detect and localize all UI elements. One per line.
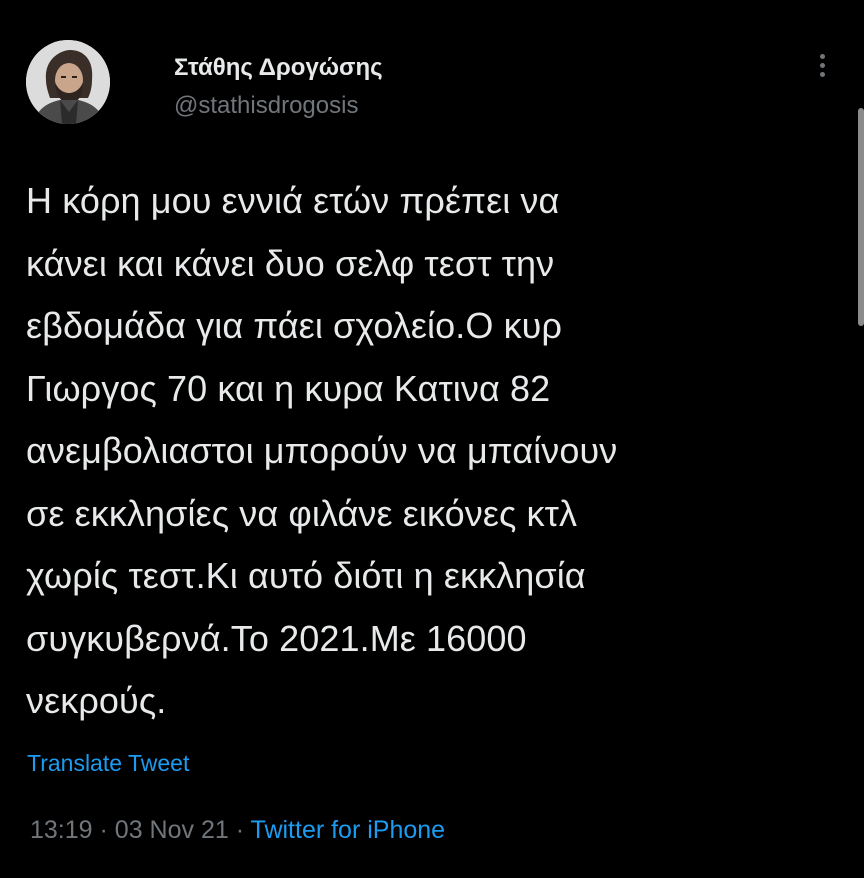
author-names: Στάθης Δρογώσης @stathisdrogosis <box>174 54 383 120</box>
display-name[interactable]: Στάθης Δρογώσης <box>174 54 383 82</box>
tweet-text-line: χωρίς τεστ.Κι αυτό διότι η εκκλησία <box>26 555 586 596</box>
scrollbar[interactable] <box>858 108 864 326</box>
user-handle[interactable]: @stathisdrogosis <box>174 92 383 120</box>
more-vertical-icon[interactable] <box>816 54 828 84</box>
tweet-text-line: Γιωργος 70 και η κυρα Κατινα 82 <box>26 367 551 409</box>
tweet-text-line: Η κόρη μου εννιά ετών πρέπει να <box>26 180 560 221</box>
tweet-date[interactable]: 03 Nov 21 <box>115 816 229 844</box>
tweet-text: Η κόρη μου εννιά ετών πρέπει να κάνει κα… <box>26 170 846 733</box>
tweet-text-line: ανεμβολιαστοι μπορούν να μπαίνουν <box>26 430 618 471</box>
tweet: Στάθης Δρογώσης @stathisdrogosis Η κόρη … <box>0 0 864 878</box>
meta-separator: · <box>99 816 108 844</box>
avatar[interactable] <box>26 40 110 124</box>
user-avatar-photo-icon <box>26 40 110 124</box>
meta-separator: · <box>235 816 245 844</box>
tweet-text-line: κάνει και κάνει δυο σελφ τεστ την <box>26 242 555 284</box>
translate-tweet-link[interactable]: Translate Tweet <box>27 750 189 777</box>
tweet-meta: 13:19 · 03 Nov 21 · Twitter for iPhone <box>30 816 445 845</box>
tweet-time[interactable]: 13:19 <box>30 816 93 844</box>
tweet-header: Στάθης Δρογώσης @stathisdrogosis <box>26 40 826 124</box>
tweet-text-line: σε εκκλησίες να φιλάνε εικόνες κτλ <box>26 492 578 534</box>
tweet-text-line: νεκρούς. <box>26 680 167 721</box>
tweet-source-link[interactable]: Twitter for iPhone <box>251 816 446 844</box>
tweet-text-line: εβδομάδα για πάει σχολείο.Ο κυρ <box>26 305 563 346</box>
tweet-text-line: συγκυβερνά.Το 2021.Με 16000 <box>26 617 527 659</box>
